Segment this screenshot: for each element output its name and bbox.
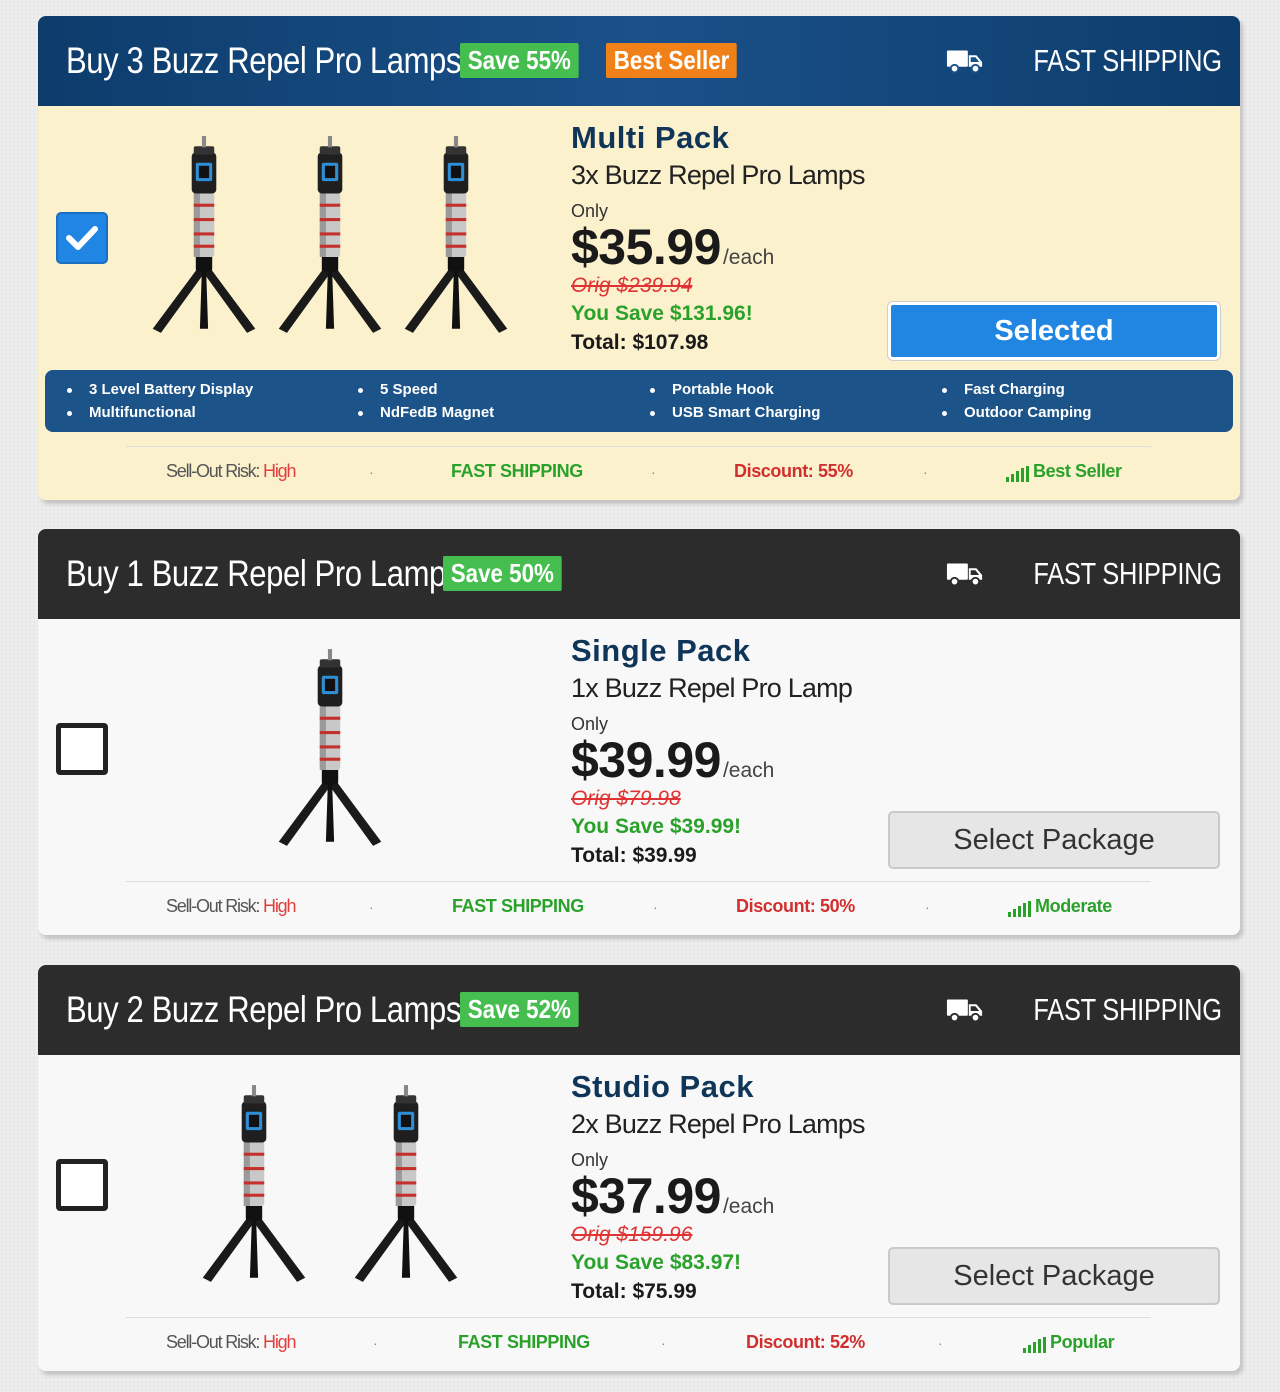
price: $39.99 <box>571 732 721 788</box>
stat-discount: Discount: 50% <box>736 896 855 916</box>
lamp-tripod-icon <box>184 1083 324 1288</box>
package-title: Buy 3 Buzz Repel Pro Lamps <box>66 40 462 81</box>
stat-fast-shipping: FAST SHIPPING <box>451 461 583 481</box>
signal-bars-icon <box>1008 901 1031 917</box>
pack-name: Multi Pack <box>571 120 730 155</box>
sell-out-risk: Sell-Out Risk: High <box>166 461 296 481</box>
product-image <box>184 1083 476 1288</box>
package-checkbox[interactable] <box>56 723 108 775</box>
pack-name: Studio Pack <box>571 1069 754 1104</box>
per-each-label: /each <box>722 759 775 782</box>
select-package-button[interactable]: Select Package <box>888 1247 1220 1305</box>
feature-item: Portable Hook <box>650 378 942 401</box>
truck-icon <box>946 995 984 1025</box>
pack-name: Single Pack <box>571 633 751 668</box>
feature-item: USB Smart Charging <box>650 401 942 424</box>
feature-item: Multifunctional <box>67 401 358 424</box>
price: $35.99 <box>571 219 721 275</box>
stat-discount: Discount: 52% <box>746 1332 865 1352</box>
total-price: Total: $39.99 <box>571 844 697 867</box>
package-card-studio[interactable]: Buy 2 Buzz Repel Pro Lamps Save 52% FAST… <box>38 965 1240 1371</box>
pack-description: 1x Buzz Repel Pro Lamp <box>571 673 853 703</box>
original-price: Orig $239.94 <box>571 274 693 297</box>
feature-item: 3 Level Battery Display <box>67 378 358 401</box>
stats-row: Sell-Out Risk: High · FAST SHIPPING · Di… <box>126 1317 1151 1367</box>
per-each-label: /each <box>722 246 775 269</box>
fast-shipping-label: FAST SHIPPING <box>946 16 1222 106</box>
truck-icon <box>946 46 984 76</box>
package-checkbox[interactable] <box>56 1159 108 1211</box>
save-badge: Save 55% <box>460 43 579 78</box>
price: $37.99 <box>571 1168 721 1224</box>
truck-icon <box>946 559 984 589</box>
feature-item: NdFedB Magnet <box>358 401 650 424</box>
lamp-tripod-icon <box>260 647 400 852</box>
package-card-single[interactable]: Buy 1 Buzz Repel Pro Lamp Save 50% FAST … <box>38 529 1240 935</box>
package-title: Buy 2 Buzz Repel Pro Lamps <box>66 989 462 1030</box>
product-image <box>260 647 400 852</box>
package-header: Buy 3 Buzz Repel Pro Lamps Save 55% Best… <box>38 16 1240 106</box>
stat-fast-shipping: FAST SHIPPING <box>452 896 584 916</box>
pack-description: 2x Buzz Repel Pro Lamps <box>571 1109 866 1139</box>
fast-shipping-label: FAST SHIPPING <box>946 965 1222 1055</box>
select-package-button[interactable]: Select Package <box>888 811 1220 869</box>
save-badge: Save 52% <box>460 992 579 1027</box>
total-price: Total: $75.99 <box>571 1280 697 1303</box>
stats-row: Sell-Out Risk: High · FAST SHIPPING · Di… <box>126 881 1151 931</box>
sell-out-risk: Sell-Out Risk: High <box>166 1332 296 1352</box>
feature-item: Fast Charging <box>941 378 1233 401</box>
original-price: Orig $159.96 <box>571 1223 693 1246</box>
feature-list: 3 Level Battery Display Multifunctional … <box>45 370 1233 432</box>
lamp-tripod-icon <box>260 134 400 339</box>
total-price: Total: $107.98 <box>571 331 709 354</box>
lamp-tripod-icon <box>336 1083 476 1288</box>
package-header: Buy 1 Buzz Repel Pro Lamp Save 50% FAST … <box>38 529 1240 619</box>
lamp-tripod-icon <box>386 134 526 339</box>
package-info: Multi Pack 3x Buzz Repel Pro Lamps Only … <box>571 120 866 355</box>
fast-shipping-label: FAST SHIPPING <box>946 529 1222 619</box>
product-image <box>134 134 526 339</box>
sell-out-risk: Sell-Out Risk: High <box>166 896 296 916</box>
stat-fast-shipping: FAST SHIPPING <box>458 1332 590 1352</box>
feature-item: Outdoor Camping <box>941 401 1233 424</box>
package-info: Single Pack 1x Buzz Repel Pro Lamp Only … <box>571 633 853 868</box>
you-save: You Save $83.97! <box>571 1251 742 1274</box>
check-icon <box>66 226 98 250</box>
package-info: Studio Pack 2x Buzz Repel Pro Lamps Only… <box>571 1069 866 1304</box>
stats-row: Sell-Out Risk: High · FAST SHIPPING · Di… <box>126 446 1151 496</box>
stat-popularity: Popular <box>1023 1332 1115 1353</box>
best-seller-badge: Best Seller <box>605 43 738 78</box>
package-card-multi[interactable]: Buy 3 Buzz Repel Pro Lamps Save 55% Best… <box>38 16 1240 500</box>
feature-item: 5 Speed <box>358 378 650 401</box>
signal-bars-icon <box>1006 466 1029 482</box>
package-checkbox[interactable] <box>56 212 108 264</box>
stat-discount: Discount: 55% <box>734 461 853 481</box>
stat-popularity: Best Seller <box>1006 461 1122 482</box>
package-header: Buy 2 Buzz Repel Pro Lamps Save 52% FAST… <box>38 965 1240 1055</box>
per-each-label: /each <box>722 1195 775 1218</box>
signal-bars-icon <box>1023 1337 1046 1353</box>
you-save: You Save $131.96! <box>571 302 753 325</box>
stat-popularity: Moderate <box>1008 896 1112 917</box>
pack-description: 3x Buzz Repel Pro Lamps <box>571 160 866 190</box>
selected-button[interactable]: Selected <box>888 302 1220 360</box>
save-badge: Save 50% <box>443 556 562 591</box>
lamp-tripod-icon <box>134 134 274 339</box>
package-title: Buy 1 Buzz Repel Pro Lamp <box>66 553 446 594</box>
original-price: Orig $79.98 <box>571 787 681 810</box>
you-save: You Save $39.99! <box>571 815 742 838</box>
